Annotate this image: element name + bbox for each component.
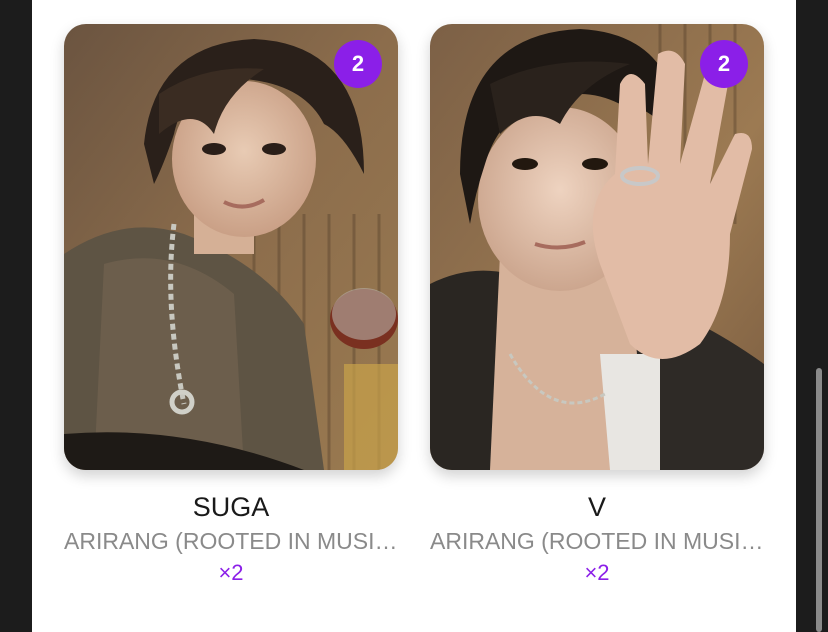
count-badge: 2 [334,40,382,88]
photocard-image[interactable]: 2 [430,24,764,470]
album-title: ARIRANG (ROOTED IN MUSIC... [64,528,398,554]
scrollbar-thumb[interactable] [816,368,822,632]
quantity-label: ×2 [218,560,244,585]
photocard-item[interactable]: 2 V ARIRANG (ROOTED IN MUSIC... ×2 [430,24,764,588]
count-badge: 2 [700,40,748,88]
member-name: V [587,492,606,522]
member-name: SUGA [192,492,270,522]
photocard-image[interactable]: 2 [64,24,398,470]
photocard-photo-suga [64,24,398,470]
album-title: ARIRANG (ROOTED IN MUSIC... [430,528,764,554]
quantity-label: ×2 [584,560,610,585]
photocard-item[interactable]: 2 SUGA ARIRANG (ROOTED IN MUSIC... ×2 [64,24,398,588]
photocard-photo-v [430,24,764,470]
